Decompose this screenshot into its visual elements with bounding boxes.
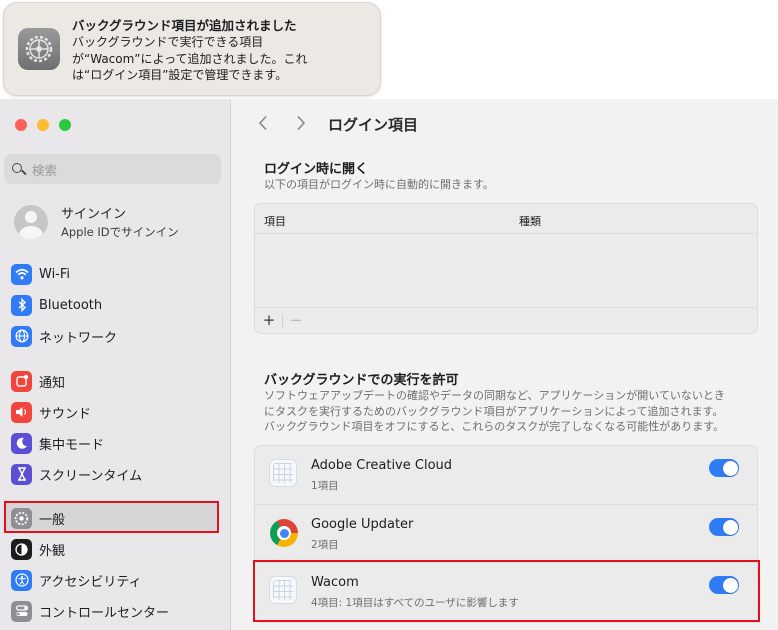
- login-section-subtitle: 以下の項目がログイン時に自動的に開きます。: [264, 177, 494, 193]
- search-icon: [12, 162, 25, 176]
- list-item-adobe-creative-cloud[interactable]: Adobe Creative Cloud 1項目: [255, 446, 757, 504]
- login-section-title: ログイン時に開く: [264, 162, 369, 177]
- main-pane: ログイン項目 ログイン時に開く 以下の項目がログイン時に自動的に開きます。 項目…: [232, 99, 778, 630]
- app-item-count: 1項目: [311, 480, 339, 492]
- background-subtitle-line: バックグラウンド項目をオフにすると、これらのタスクが完了しなくなる可能性がありま…: [264, 420, 725, 433]
- background-section-subtitle: ソフトウェアアップデートの確認やデータの同期など、アプリケーションが開いていない…: [264, 388, 725, 435]
- sidebar-item-appearance[interactable]: 外観: [11, 537, 65, 561]
- sidebar-item-label: アクセシビリティ: [39, 574, 142, 590]
- login-section-subtitle-line: 以下の項目がログイン時に自動的に開きます。: [264, 178, 494, 191]
- search-placeholder: 検索: [32, 162, 58, 178]
- remove-item-button[interactable]: −: [288, 311, 304, 329]
- sidebar: 検索 サインイン Apple IDでサインイン Wi-Fi Bluetooth: [0, 99, 231, 630]
- hourglass-icon: [11, 463, 32, 485]
- chrome-icon: [270, 519, 298, 547]
- wifi-icon: [11, 263, 32, 285]
- notification-body-line: バックグラウンドで実行できる項目: [72, 35, 264, 49]
- control-center-icon: [11, 600, 32, 622]
- accessibility-icon: [11, 569, 32, 591]
- sidebar-account[interactable]: サインイン Apple IDでサインイン: [14, 203, 179, 240]
- background-items-list: Adobe Creative Cloud 1項目 Google Updater …: [253, 445, 760, 623]
- sidebar-item-label: 集中モード: [39, 437, 105, 453]
- notification-banner[interactable]: バックグラウンド項目が追加されました バックグラウンドで実行できる項目 が“Wa…: [3, 2, 381, 96]
- sidebar-item-sound[interactable]: サウンド: [11, 400, 91, 424]
- sidebar-item-label: コントロールセンター: [39, 605, 170, 621]
- sidebar-item-label: サウンド: [39, 406, 92, 422]
- generic-app-icon: [269, 459, 297, 487]
- settings-window: 検索 サインイン Apple IDでサインイン Wi-Fi Bluetooth: [0, 99, 778, 630]
- gear-icon: [11, 507, 32, 529]
- background-subtitle-line: にタスクを実行するためのバックグラウンド項目がアプリケーションによって追加されま…: [264, 404, 724, 418]
- back-button[interactable]: [258, 115, 268, 131]
- sidebar-item-label: Bluetooth: [39, 297, 103, 313]
- app-item-count: 2項目: [311, 539, 339, 551]
- app-name: Adobe Creative Cloud: [311, 458, 453, 473]
- appearance-icon: [11, 538, 32, 560]
- search-input[interactable]: 検索: [4, 154, 221, 184]
- zoom-window-button[interactable]: [59, 119, 71, 131]
- sidebar-item-label: 通知: [39, 375, 66, 391]
- google-updater-toggle[interactable]: [709, 518, 739, 536]
- wacom-highlight-box: [253, 560, 760, 622]
- gear-icon: [18, 28, 60, 70]
- table-footer: + −: [255, 307, 757, 333]
- sidebar-item-label: ネットワーク: [39, 330, 118, 346]
- sidebar-item-label: スクリーンタイム: [39, 468, 143, 484]
- page-title: ログイン項目: [328, 116, 419, 134]
- notification-body-line: が“Wacom”によって追加されました。これ: [72, 51, 308, 66]
- background-section-title: バックグラウンドでの実行を許可: [264, 373, 459, 388]
- close-window-button[interactable]: [15, 119, 27, 131]
- bluetooth-icon: [11, 294, 32, 316]
- avatar: [14, 204, 48, 239]
- forward-button[interactable]: [296, 115, 306, 131]
- moon-icon: [11, 432, 32, 454]
- sidebar-item-accessibility[interactable]: アクセシビリティ: [11, 568, 142, 592]
- sidebar-item-label: 外観: [39, 543, 66, 559]
- notification-body: バックグラウンドで実行できる項目 が“Wacom”によって追加されました。これ …: [72, 34, 308, 84]
- notification-body-line: は“ログイン項目”設定で管理できます。: [72, 68, 288, 82]
- sidebar-item-focus[interactable]: 集中モード: [11, 431, 104, 455]
- sidebar-item-label: Wi-Fi: [39, 266, 71, 282]
- sidebar-item-label: 一般: [39, 512, 66, 528]
- account-name: サインイン: [61, 207, 127, 222]
- globe-icon: [11, 325, 32, 347]
- speaker-icon: [11, 401, 32, 423]
- bell-icon: [11, 370, 32, 392]
- list-item-google-updater[interactable]: Google Updater 2項目: [255, 504, 757, 562]
- add-item-button[interactable]: +: [261, 311, 277, 329]
- sidebar-item-general[interactable]: 一般: [11, 506, 65, 530]
- login-items-table[interactable]: 項目 種類 + −: [254, 203, 758, 334]
- table-header: 項目 種類: [255, 204, 757, 234]
- minimize-window-button[interactable]: [37, 119, 49, 131]
- sidebar-item-bluetooth[interactable]: Bluetooth: [11, 293, 102, 317]
- notification-title: バックグラウンド項目が追加されました: [72, 18, 297, 33]
- account-subtitle: Apple IDでサインイン: [61, 225, 179, 239]
- app-name: Google Updater: [311, 517, 414, 532]
- sidebar-item-control-center[interactable]: コントロールセンター: [11, 599, 169, 623]
- sidebar-item-network[interactable]: ネットワーク: [11, 324, 117, 348]
- sidebar-item-screen-time[interactable]: スクリーンタイム: [11, 462, 142, 486]
- column-header-item[interactable]: 項目: [264, 213, 286, 229]
- background-subtitle-line: ソフトウェアアップデートの確認やデータの同期など、アプリケーションが開いていない…: [264, 389, 725, 402]
- sidebar-item-wifi[interactable]: Wi-Fi: [11, 262, 70, 286]
- adobe-toggle[interactable]: [709, 459, 739, 477]
- column-header-kind[interactable]: 種類: [519, 213, 541, 229]
- sidebar-item-notifications[interactable]: 通知: [11, 369, 65, 393]
- footer-divider: [282, 314, 283, 328]
